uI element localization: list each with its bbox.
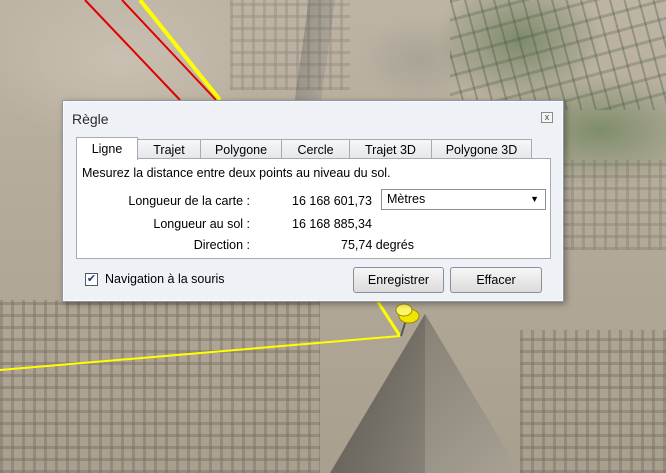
panel-description: Mesurez la distance entre deux points au…: [82, 166, 391, 180]
red-line: [121, 0, 217, 101]
tab-polygone-3d[interactable]: Polygone 3D: [431, 139, 532, 159]
unit-select[interactable]: Mètres ▼: [381, 189, 546, 210]
pushpin-icon[interactable]: [395, 303, 420, 337]
tab-bar: Ligne Trajet Polygone Cercle Trajet 3D P…: [76, 137, 532, 160]
measure-panel: Mesurez la distance entre deux points au…: [76, 158, 551, 259]
measure-line-upper: [138, 0, 222, 102]
tab-ligne[interactable]: Ligne: [76, 137, 138, 160]
mouse-nav-label: Navigation à la souris: [105, 272, 225, 286]
direction-value: 75,74 degrés: [341, 238, 414, 252]
tab-polygone[interactable]: Polygone: [200, 139, 282, 159]
red-line: [84, 0, 181, 101]
unit-select-value: Mètres: [387, 192, 426, 206]
close-icon[interactable]: x: [541, 112, 553, 123]
dialog-titlebar[interactable]: Règle x: [63, 101, 563, 133]
measure-line: [0, 335, 401, 371]
map-length-label: Longueur de la carte :: [128, 194, 250, 208]
ruler-dialog: Règle x Ligne Trajet Polygone Cercle Tra…: [62, 100, 564, 302]
direction-label: Direction :: [193, 238, 250, 252]
ground-length-label: Longueur au sol :: [153, 217, 250, 231]
ground-length-value: 16 168 885,34: [292, 217, 372, 231]
chevron-down-icon: ▼: [530, 194, 539, 204]
checkmark-icon[interactable]: ✔: [85, 272, 98, 286]
tab-cercle[interactable]: Cercle: [281, 139, 350, 159]
mouse-nav-toggle[interactable]: ✔ Navigation à la souris: [85, 272, 225, 286]
save-button[interactable]: Enregistrer: [353, 267, 444, 293]
dialog-title: Règle: [72, 111, 109, 127]
map-length-value: 16 168 601,73: [292, 194, 372, 208]
tab-trajet[interactable]: Trajet: [137, 139, 201, 159]
tab-trajet-3d[interactable]: Trajet 3D: [349, 139, 432, 159]
clear-button[interactable]: Effacer: [450, 267, 542, 293]
